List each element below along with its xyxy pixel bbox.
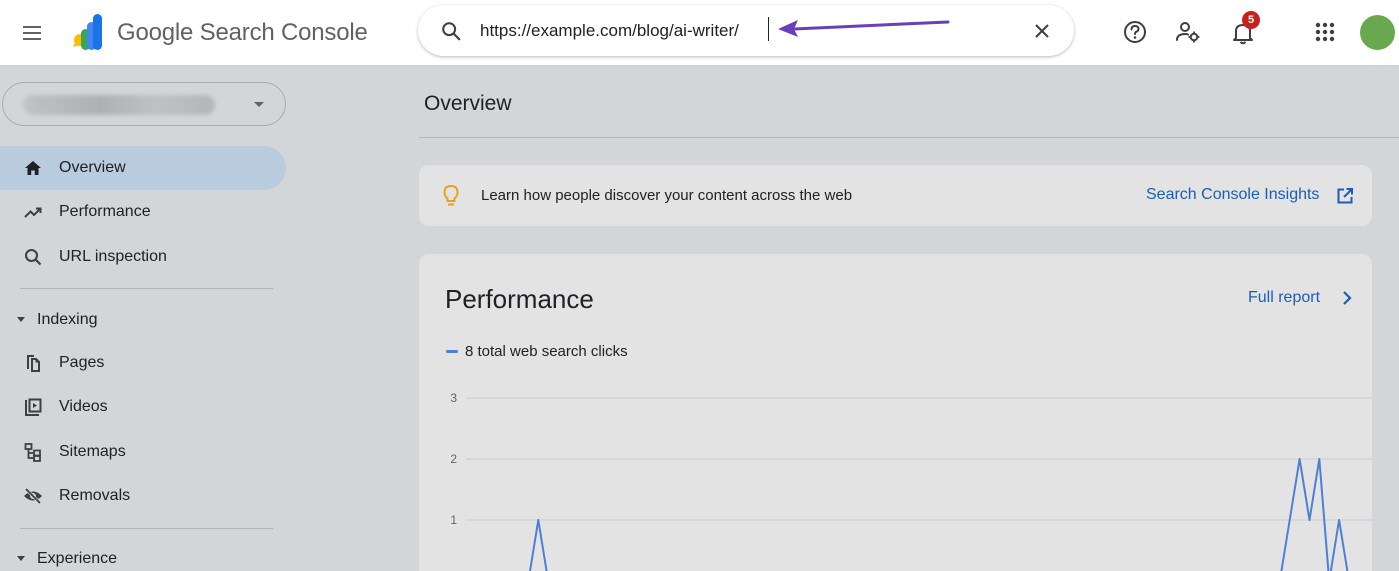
- close-icon[interactable]: [1030, 19, 1054, 43]
- sidebar-item-label: Overview: [59, 159, 126, 176]
- y-tick-label: 2: [450, 452, 457, 466]
- insight-description: Learn how people discover your content a…: [481, 187, 853, 204]
- y-tick-label: 3: [450, 391, 457, 405]
- product-name-text: Search Console: [199, 19, 368, 46]
- chevron-right-icon[interactable]: [1337, 288, 1357, 308]
- apps-grid-icon[interactable]: [1311, 18, 1339, 46]
- sidebar-divider: [20, 528, 273, 529]
- legend-label: 8 total web search clicks: [465, 343, 628, 360]
- divider: [419, 137, 1399, 138]
- sidebar-item-label: Videos: [59, 398, 108, 415]
- user-settings-icon[interactable]: [1174, 18, 1202, 46]
- sidebar-item-pages[interactable]: Pages: [0, 341, 286, 385]
- trending-icon: [24, 207, 42, 218]
- sidebar-section-label: Indexing: [37, 311, 98, 328]
- sidebar-item-label: URL inspection: [59, 248, 167, 265]
- sidebar-section-indexing[interactable]: Indexing: [0, 301, 286, 337]
- search-icon: [25, 249, 42, 266]
- sidebar-section-label: Experience: [37, 550, 118, 567]
- sidebar-item-sitemaps[interactable]: Sitemaps: [0, 430, 286, 474]
- search-icon: [442, 22, 461, 41]
- sidebar-item-label: Removals: [59, 487, 131, 504]
- sidebar-item-label: Performance: [59, 203, 151, 220]
- open-in-new-icon[interactable]: [1335, 186, 1355, 206]
- property-name-blurred: [23, 95, 215, 115]
- search-console-logo-icon: [73, 14, 102, 50]
- notification-count-badge: 5: [1242, 11, 1260, 29]
- clicks-line-chart: 3 2 1: [450, 391, 1372, 571]
- caret-down-icon: [17, 556, 25, 561]
- product-title: Google Search Console: [117, 19, 368, 47]
- product-brand: Google: [117, 19, 194, 46]
- page-title: Overview: [424, 92, 512, 115]
- videos-icon: [25, 398, 42, 416]
- chevron-down-icon: [254, 102, 264, 107]
- help-icon[interactable]: [1121, 18, 1149, 46]
- home-icon: [25, 161, 41, 175]
- sidebar-section-experience[interactable]: Experience: [0, 540, 286, 571]
- menu-icon[interactable]: [20, 21, 44, 45]
- text-cursor: [768, 17, 769, 41]
- sidebar-item-url-inspection[interactable]: URL inspection: [0, 235, 286, 279]
- full-report-link[interactable]: Full report: [1248, 289, 1320, 307]
- insights-banner: Learn how people discover your content a…: [419, 165, 1372, 226]
- sidebar-item-label: Sitemaps: [59, 443, 126, 460]
- removals-icon: [24, 487, 42, 505]
- annotation-arrow-icon: [778, 20, 950, 37]
- avatar[interactable]: [1360, 15, 1395, 50]
- series-line-clicks: [529, 458, 1349, 571]
- sidebar-item-performance[interactable]: Performance: [0, 190, 286, 234]
- sitemap-icon: [24, 443, 41, 462]
- search-console-insights-link[interactable]: Search Console Insights: [1146, 186, 1319, 204]
- property-selector[interactable]: [2, 82, 286, 126]
- sidebar-divider: [20, 288, 273, 289]
- caret-down-icon: [17, 317, 25, 322]
- sidebar-item-overview[interactable]: Overview: [0, 146, 286, 190]
- legend-swatch: [446, 350, 458, 353]
- sidebar-item-videos[interactable]: Videos: [0, 385, 286, 429]
- lightbulb-icon: [443, 184, 459, 206]
- sidebar-item-label: Pages: [59, 354, 105, 371]
- performance-card: Performance Full report 8 total web sear…: [419, 254, 1372, 571]
- search-bar[interactable]: [418, 5, 1074, 56]
- sidebar-item-removals[interactable]: Removals: [0, 474, 286, 518]
- y-tick-label: 1: [450, 513, 457, 527]
- performance-title: Performance: [445, 284, 594, 314]
- top-app-bar: Google Search Console 5: [0, 0, 1399, 66]
- pages-icon: [27, 355, 40, 372]
